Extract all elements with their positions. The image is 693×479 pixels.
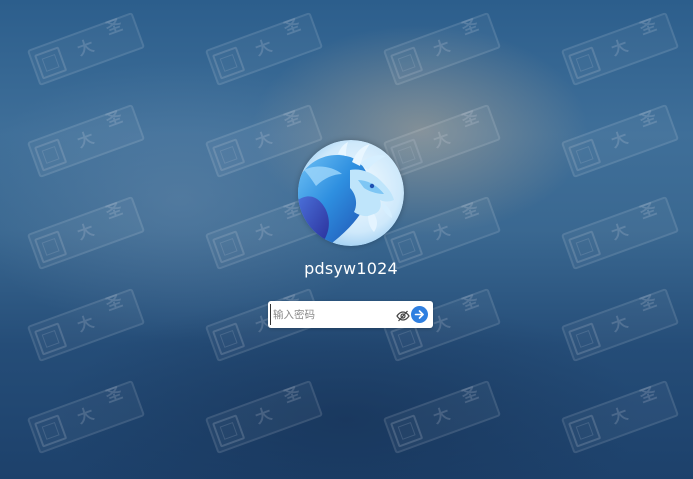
login-submit-button[interactable] <box>411 306 428 323</box>
password-input[interactable] <box>270 304 395 325</box>
username-label: pdsyw1024 <box>304 259 398 278</box>
password-field-container <box>268 301 433 328</box>
login-panel: pdsyw1024 <box>0 0 693 479</box>
dragon-avatar-icon <box>298 140 404 246</box>
arrow-right-icon <box>414 310 424 319</box>
eye-slash-icon[interactable] <box>396 308 410 322</box>
